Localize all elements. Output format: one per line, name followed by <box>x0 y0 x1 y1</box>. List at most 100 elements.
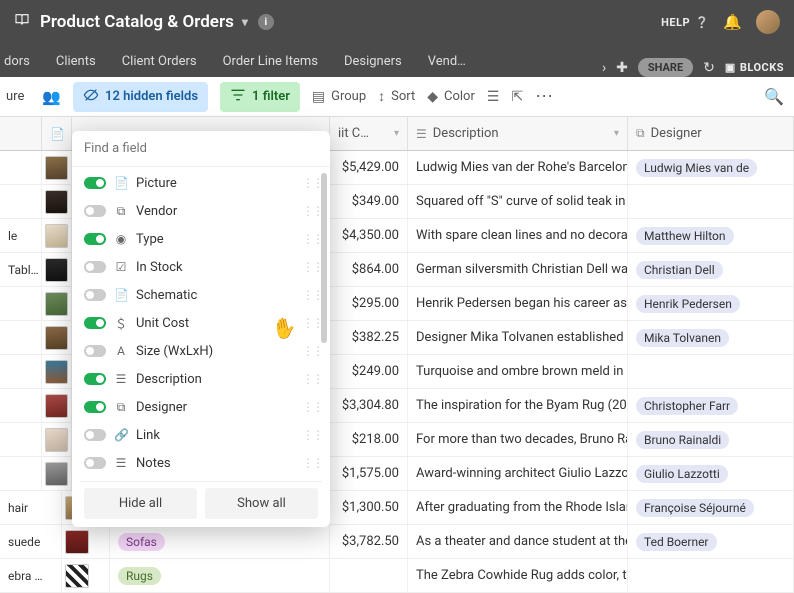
search-icon[interactable]: 🔍 <box>764 87 788 106</box>
cell-unit-cost[interactable]: $864.00 <box>330 253 408 286</box>
cell-picture[interactable] <box>42 185 72 218</box>
cell-description[interactable]: Ludwig Mies van der Rohe's Barcelona C… <box>408 151 628 184</box>
drag-handle-icon[interactable]: ⋮⋮ <box>302 400 322 414</box>
more-button[interactable]: ⋯ <box>535 86 554 107</box>
field-search-input[interactable] <box>84 141 318 156</box>
table-tab[interactable]: Designers <box>332 46 414 77</box>
filter-button[interactable]: 1 filter <box>220 82 300 112</box>
cell-picture[interactable] <box>42 321 72 354</box>
cell-description[interactable]: As a theater and dance student at the U… <box>408 525 628 558</box>
cell-unit-cost[interactable]: $3,304.80 <box>330 389 408 422</box>
cell-picture[interactable] <box>42 423 72 456</box>
cell-unit-cost[interactable]: $3,782.50 <box>330 525 408 558</box>
add-table-icon[interactable]: ✚ <box>616 60 628 76</box>
toggle-switch[interactable] <box>84 345 106 357</box>
cell-designer[interactable]: Ludwig Mies van de <box>628 151 794 184</box>
col-header-name[interactable] <box>0 117 42 150</box>
toggle-switch[interactable] <box>84 233 106 245</box>
cell-picture[interactable] <box>42 457 72 490</box>
cell-unit-cost[interactable]: $1,575.00 <box>330 457 408 490</box>
row-height-button[interactable]: ☰ <box>487 89 500 105</box>
field-toggle-item[interactable]: 📄Picture⋮⋮ <box>80 169 326 197</box>
drag-handle-icon[interactable]: ⋮⋮ <box>302 456 322 470</box>
drag-handle-icon[interactable]: ⋮⋮ <box>302 288 322 302</box>
share-button[interactable]: SHARE <box>638 58 693 77</box>
group-button[interactable]: ▤Group <box>312 89 366 105</box>
drag-handle-icon[interactable]: ⋮⋮ <box>302 204 322 218</box>
cell-name[interactable] <box>0 151 42 184</box>
cell-picture[interactable] <box>42 287 72 320</box>
cell-designer[interactable] <box>628 559 794 592</box>
cell-unit-cost[interactable] <box>330 559 408 592</box>
cell-designer[interactable]: Giulio Lazzotti <box>628 457 794 490</box>
field-toggle-item[interactable]: ☰Notes⋮⋮ <box>80 449 326 477</box>
cell-name[interactable] <box>0 321 42 354</box>
field-toggle-item[interactable]: ⧉Vendor⋮⋮ <box>80 197 326 225</box>
cell-description[interactable]: Turquoise and ombre brown meld in glo… <box>408 355 628 388</box>
blocks-button[interactable]: ▣ BLOCKS <box>725 61 784 74</box>
info-icon[interactable]: i <box>258 14 274 30</box>
toggle-switch[interactable] <box>84 205 106 217</box>
cell-unit-cost[interactable]: $218.00 <box>330 423 408 456</box>
cell-picture[interactable] <box>42 253 72 286</box>
cell-description[interactable]: For more than two decades, Bruno Raina… <box>408 423 628 456</box>
cell-name[interactable] <box>0 355 42 388</box>
cell-name[interactable]: ebra … <box>0 559 62 592</box>
drag-handle-icon[interactable]: ⋮⋮ <box>302 316 322 330</box>
chevron-right-icon[interactable]: › <box>602 60 606 76</box>
linked-record-chip[interactable]: Mika Tolvanen <box>636 329 729 347</box>
toggle-switch[interactable] <box>84 401 106 413</box>
cell-description[interactable]: German silversmith Christian Dell was a … <box>408 253 628 286</box>
bell-icon[interactable]: 🔔 <box>723 13 742 31</box>
help-button[interactable]: HELP ❔ <box>661 16 709 29</box>
field-toggle-item[interactable]: ASize (WxLxH)⋮⋮ <box>80 337 326 365</box>
field-toggle-item[interactable]: ☰Description⋮⋮ <box>80 365 326 393</box>
avatar[interactable] <box>756 10 780 34</box>
cell-name[interactable] <box>0 287 42 320</box>
cell-designer[interactable] <box>628 355 794 388</box>
cell-type[interactable]: Rugs <box>110 559 330 592</box>
cell-name[interactable] <box>0 423 42 456</box>
cell-name[interactable] <box>0 457 42 490</box>
cell-unit-cost[interactable]: $349.00 <box>330 185 408 218</box>
cell-picture[interactable] <box>42 355 72 388</box>
cell-name[interactable]: le <box>0 219 42 252</box>
cell-description[interactable]: The Zebra Cowhide Rug adds color, text… <box>408 559 628 592</box>
linked-record-chip[interactable]: Henrik Pedersen <box>636 295 740 313</box>
field-toggle-item[interactable]: ☑In Stock⋮⋮ <box>80 253 326 281</box>
cell-picture[interactable] <box>42 219 72 252</box>
cell-name[interactable] <box>0 185 42 218</box>
base-title[interactable]: Product Catalog & Orders ▾ <box>40 12 248 32</box>
cell-name[interactable] <box>0 389 42 422</box>
cell-description[interactable]: The inspiration for the Byam Rug (2011) … <box>408 389 628 422</box>
cell-unit-cost[interactable]: $1,300.50 <box>330 491 408 524</box>
drag-handle-icon[interactable]: ⋮⋮ <box>302 428 322 442</box>
share-view-button[interactable]: ⇱ <box>511 89 523 105</box>
chevron-down-icon[interactable]: ▾ <box>614 128 619 139</box>
cell-designer[interactable]: Christopher Farr <box>628 389 794 422</box>
cell-description[interactable]: Designer Mika Tolvanen established his … <box>408 321 628 354</box>
cell-designer[interactable]: Christian Dell <box>628 253 794 286</box>
field-toggle-item[interactable]: 📄Schematic⋮⋮ <box>80 281 326 309</box>
table-tab[interactable]: Client Orders <box>110 46 209 77</box>
linked-record-chip[interactable]: Ludwig Mies van de <box>636 159 757 177</box>
cell-unit-cost[interactable]: $5,429.00 <box>330 151 408 184</box>
cell-designer[interactable]: Henrik Pedersen <box>628 287 794 320</box>
cell-description[interactable]: Henrik Pedersen began his career as a f… <box>408 287 628 320</box>
field-toggle-item[interactable]: 🔗Link⋮⋮ <box>80 421 326 449</box>
toggle-switch[interactable] <box>84 177 106 189</box>
drag-handle-icon[interactable]: ⋮⋮ <box>302 372 322 386</box>
drag-handle-icon[interactable]: ⋮⋮ <box>302 260 322 274</box>
toggle-switch[interactable] <box>84 457 106 469</box>
toggle-switch[interactable] <box>84 373 106 385</box>
cell-description[interactable]: With spare clean lines and no decorative… <box>408 219 628 252</box>
cell-description[interactable]: After graduating from the Rhode Island … <box>408 491 628 524</box>
linked-record-chip[interactable]: Giulio Lazzotti <box>636 465 728 483</box>
cell-description[interactable]: Squared off "S" curve of solid teak in a… <box>408 185 628 218</box>
cell-designer[interactable]: Matthew Hilton <box>628 219 794 252</box>
cell-description[interactable]: Award-winning architect Giulio Lazzotti,… <box>408 457 628 490</box>
field-search[interactable] <box>72 131 330 167</box>
cell-picture[interactable] <box>62 559 110 592</box>
cell-name[interactable]: hair <box>0 491 62 524</box>
col-header-unit-cost[interactable]: iit C…▾ <box>330 117 408 150</box>
